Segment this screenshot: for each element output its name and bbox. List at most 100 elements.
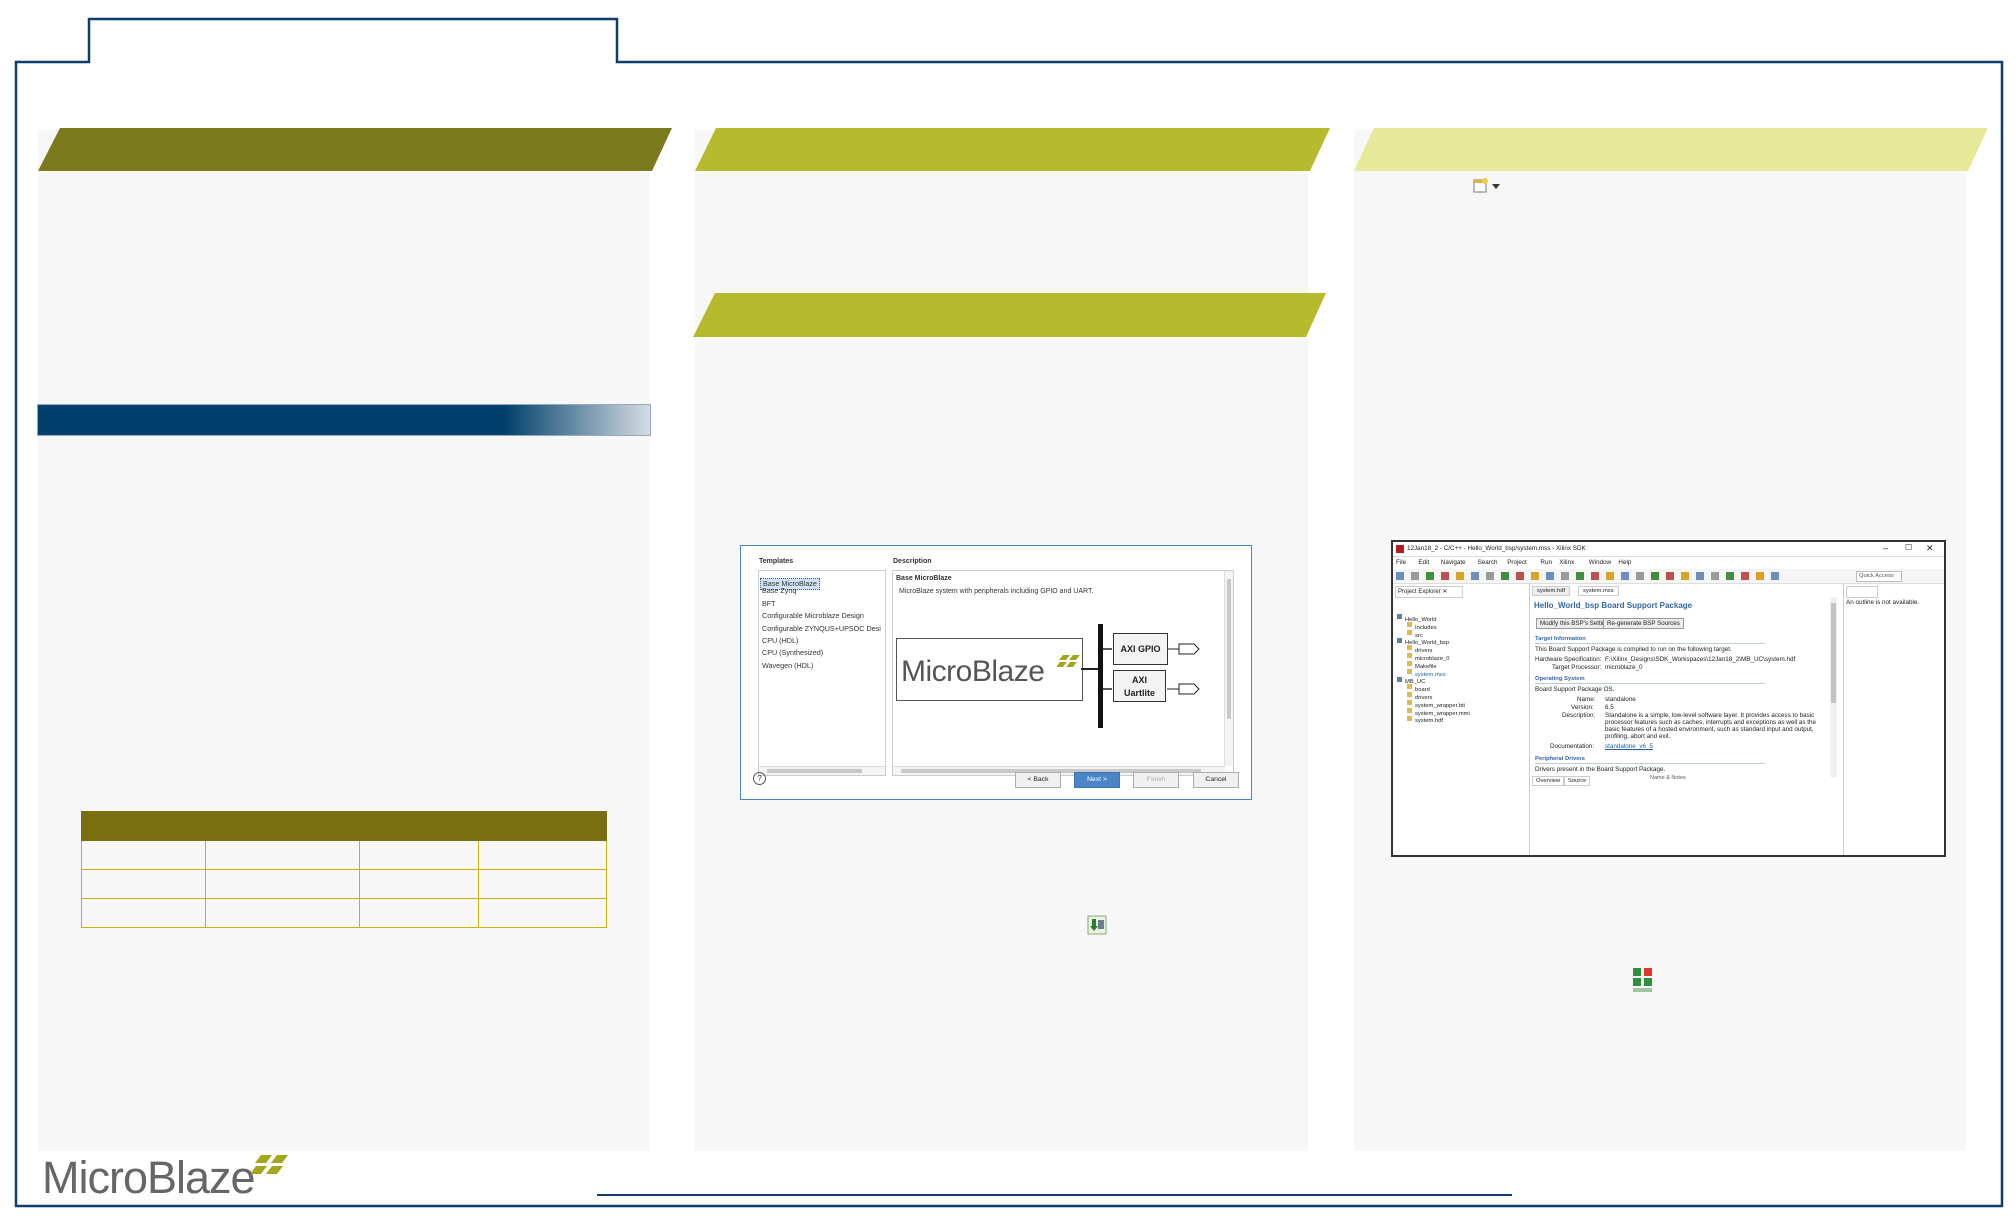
- block-microblaze: MicroBlaze: [896, 638, 1083, 701]
- description-header: Description: [893, 558, 932, 565]
- editor-vscrollbar[interactable]: [1830, 597, 1837, 777]
- toolbar-button[interactable]: [1546, 572, 1554, 580]
- folder-icon: [1407, 715, 1412, 721]
- version-label: Version:: [1571, 704, 1594, 711]
- finish-button[interactable]: Finish: [1133, 772, 1179, 788]
- menu-item[interactable]: Edit: [1418, 559, 1429, 566]
- program-fpga-icon[interactable]: [1087, 915, 1107, 935]
- templates-list[interactable]: Base MicroBlaze Base Zynq BFT Configurable …: [758, 570, 886, 776]
- project-explorer: Project Explorer ✕ Hello_World Includes sr…: [1393, 584, 1530, 855]
- toolbar-button[interactable]: [1486, 572, 1494, 580]
- cancel-button[interactable]: Cancel: [1193, 772, 1239, 788]
- tree-item[interactable]: system.hdf: [1407, 709, 1443, 727]
- name-value: standalone: [1605, 696, 1636, 703]
- documentation-link[interactable]: standalone_v6_5: [1605, 743, 1653, 750]
- toolbar-button[interactable]: [1651, 572, 1659, 580]
- selected-template-desc: MicroBlaze system with peripherals inclu…: [899, 588, 1094, 595]
- toolbar-button[interactable]: [1411, 572, 1419, 580]
- menu-item[interactable]: Xilinx: [1559, 559, 1574, 566]
- toolbar-button[interactable]: [1636, 572, 1644, 580]
- close-icon[interactable]: ✕: [1926, 543, 1934, 554]
- template-list-item[interactable]: Base Zynq: [759, 585, 885, 597]
- banner-right: [1354, 128, 1988, 171]
- bottom-tab[interactable]: Overview: [1532, 776, 1565, 786]
- menu-item[interactable]: Search: [1478, 559, 1498, 566]
- name-label: Name:: [1577, 696, 1596, 703]
- description-pane: Base MicroBlaze MicroBlaze system with p…: [892, 570, 1234, 776]
- selected-template-title: Base MicroBlaze: [896, 575, 952, 582]
- description-vscrollbar[interactable]: [1224, 571, 1233, 766]
- editor-tab[interactable]: system.hdf: [1532, 586, 1571, 596]
- section-banners: [38, 128, 1988, 337]
- maximize-icon[interactable]: ☐: [1905, 543, 1912, 552]
- sdk-window-title: 12Jan18_2 - C/C++ - Hello_World_bsp/syst…: [1407, 545, 1586, 552]
- toolbar-button[interactable]: [1501, 572, 1509, 580]
- xilinx-tools-icon[interactable]: [1631, 966, 1655, 994]
- sdk-titlebar: 12Jan18_2 - C/C++ - Hello_World_bsp/syst…: [1393, 542, 1944, 557]
- os-heading: Operating System: [1535, 676, 1585, 682]
- back-button[interactable]: < Back: [1015, 772, 1061, 788]
- toolbar-button[interactable]: [1561, 572, 1569, 580]
- menu-item[interactable]: Window: [1589, 559, 1611, 566]
- toolbar-button[interactable]: [1681, 572, 1689, 580]
- template-list-item[interactable]: BFT: [759, 598, 885, 610]
- bottom-tab[interactable]: Source: [1564, 776, 1591, 786]
- menu-item[interactable]: Help: [1618, 559, 1631, 566]
- description-line-2: processor features such as caches, inter…: [1605, 719, 1817, 726]
- toolbar-button[interactable]: [1696, 572, 1704, 580]
- template-list-item[interactable]: Configurable ZYNQUS+UPSOC Desi: [759, 623, 885, 635]
- templates-hscrollbar[interactable]: [759, 766, 885, 775]
- banner-left: [38, 128, 672, 171]
- footer-logo-mark: [251, 1155, 288, 1174]
- description-label: Description:: [1562, 712, 1596, 719]
- toolbar-button[interactable]: [1531, 572, 1539, 580]
- menu-item[interactable]: Project: [1507, 559, 1527, 566]
- toolbar-button[interactable]: [1396, 572, 1404, 580]
- template-list-item[interactable]: Configurable Microblaze Design: [759, 610, 885, 622]
- toolbar-button[interactable]: [1606, 572, 1614, 580]
- tab-project-explorer[interactable]: Project Explorer ✕: [1395, 586, 1463, 598]
- toolbar-button[interactable]: [1756, 572, 1764, 580]
- toolbar-button[interactable]: [1666, 572, 1674, 580]
- project-icon: [1397, 676, 1402, 682]
- tree-item-label: system.hdf: [1415, 718, 1444, 725]
- editor-area: system.hdf system.mss Hello_World_bsp Boa…: [1530, 584, 1842, 855]
- peripheral-text: Drivers present in the Board Support Pac…: [1535, 766, 1666, 773]
- register-table: [81, 811, 607, 928]
- minimize-icon[interactable]: –: [1883, 543, 1888, 553]
- toolbar-button[interactable]: [1621, 572, 1629, 580]
- version-value: 6.5: [1605, 704, 1614, 711]
- menu-item[interactable]: File: [1396, 559, 1406, 566]
- bsp-title: Hello_World_bsp Board Support Package: [1534, 601, 1693, 610]
- toolbar-button[interactable]: [1711, 572, 1719, 580]
- next-button[interactable]: Next >: [1074, 772, 1120, 788]
- toolbar-button[interactable]: [1426, 572, 1434, 580]
- new-bsp-dropdown-icon[interactable]: [1472, 177, 1506, 195]
- template-wizard: Templates Description Base MicroBlaze Bas…: [740, 545, 1252, 800]
- template-list-item[interactable]: CPU (HDL): [759, 635, 885, 647]
- tab-outline[interactable]: [1846, 586, 1878, 598]
- outline-message: An outline is not available.: [1846, 599, 1920, 606]
- template-list-item[interactable]: CPU (Synthesized): [759, 647, 885, 659]
- regenerate-bsp-button[interactable]: Re-generate BSP Sources: [1603, 618, 1684, 629]
- menu-item[interactable]: Navigate: [1441, 559, 1466, 566]
- toolbar-button[interactable]: [1471, 572, 1479, 580]
- project-icon: [1397, 614, 1402, 620]
- banner-middle: [695, 128, 1330, 171]
- toolbar-button[interactable]: [1456, 572, 1464, 580]
- editor-tab[interactable]: system.mss: [1578, 586, 1619, 596]
- description-line-3: basic features of a hosted environment, …: [1605, 726, 1814, 733]
- peripheral-heading: Peripheral Drivers: [1535, 756, 1585, 762]
- toolbar-button[interactable]: [1726, 572, 1734, 580]
- menu-item[interactable]: Run: [1540, 559, 1552, 566]
- toolbar-button[interactable]: [1741, 572, 1749, 580]
- template-list-item[interactable]: Wavegen (HDL): [759, 660, 885, 672]
- toolbar-button[interactable]: [1771, 572, 1779, 580]
- hw-spec-label: Hardware Specification:: [1535, 656, 1602, 663]
- toolbar-button[interactable]: [1516, 572, 1524, 580]
- toolbar-button[interactable]: [1576, 572, 1584, 580]
- toolbar-button[interactable]: [1441, 572, 1449, 580]
- help-icon[interactable]: ?: [753, 772, 766, 785]
- quick-access-field[interactable]: Quick Access: [1856, 571, 1902, 582]
- toolbar-button[interactable]: [1591, 572, 1599, 580]
